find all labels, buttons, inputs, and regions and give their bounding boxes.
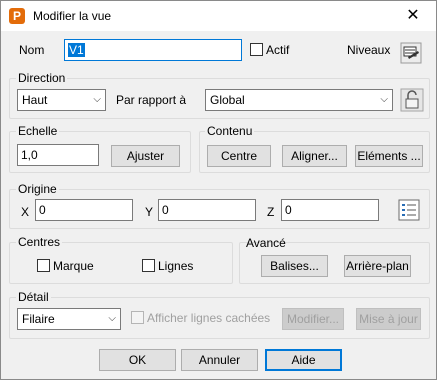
direction-select[interactable]: Haut ⌵ [17, 89, 106, 111]
name-input-value: V1 [68, 43, 85, 57]
title-bar: P Modifier la vue ✕ [1, 1, 436, 31]
echelle-title: Echelle [16, 124, 60, 138]
ok-button[interactable]: OK [99, 349, 176, 371]
x-input[interactable]: 0 [35, 199, 133, 221]
contenu-title: Contenu [205, 124, 255, 138]
centre-button[interactable]: Centre [207, 145, 271, 167]
detail-select[interactable]: Filaire ⌵ [17, 308, 121, 330]
help-button[interactable]: Aide [265, 349, 342, 371]
origine-title: Origine [16, 182, 59, 196]
marque-label: Marque [53, 259, 94, 273]
app-icon: P [9, 8, 25, 24]
z-label: Z [267, 205, 275, 219]
echelle-input[interactable]: 1,0 [17, 144, 99, 166]
close-icon[interactable]: ✕ [390, 1, 436, 31]
y-label: Y [145, 205, 154, 219]
window-title: Modifier la vue [33, 9, 112, 23]
chevron-down-icon: ⌵ [380, 94, 388, 105]
lock-icon[interactable] [400, 88, 424, 112]
balises-button[interactable]: Balises... [261, 255, 328, 277]
niveaux-label: Niveaux [347, 43, 391, 57]
centres-title: Centres [16, 235, 63, 249]
y-input[interactable]: 0 [158, 199, 256, 221]
aligner-button[interactable]: Aligner... [282, 145, 347, 167]
dialog-window: P Modifier la vue ✕ Nom V1 Actif Niveaux… [0, 0, 437, 380]
z-input-value: 0 [285, 203, 292, 217]
chevron-down-icon: ⌵ [93, 94, 101, 105]
chevron-down-icon: ⌵ [108, 313, 116, 324]
relative-label: Par rapport à [116, 93, 187, 107]
avance-title: Avancé [246, 236, 286, 250]
ajuster-button[interactable]: Ajuster [111, 145, 180, 167]
elements-button[interactable]: Eléments ... [355, 145, 423, 167]
direction-select-value: Haut [22, 93, 48, 107]
y-input-value: 0 [162, 203, 169, 217]
direction-title: Direction [16, 71, 68, 85]
actif-label: Actif [266, 43, 290, 57]
hidden-lines-label: Afficher lignes cachées [147, 311, 271, 325]
name-label: Nom [19, 43, 45, 57]
z-input[interactable]: 0 [281, 199, 379, 221]
lignes-label: Lignes [158, 259, 194, 273]
x-label: X [21, 205, 30, 219]
echelle-input-value: 1,0 [21, 148, 38, 162]
arriere-plan-button[interactable]: Arrière-plan [344, 255, 411, 277]
x-input-value: 0 [39, 203, 46, 217]
cancel-button[interactable]: Annuler [181, 349, 258, 371]
marque-checkbox[interactable] [37, 259, 50, 272]
relative-select-value: Global [210, 93, 245, 107]
actif-checkbox[interactable] [250, 43, 263, 56]
name-input[interactable]: V1 [64, 39, 242, 61]
modifier-button[interactable]: Modifier... [282, 308, 344, 330]
coordinates-list-icon[interactable] [397, 198, 421, 222]
detail-title: Détail [16, 290, 51, 304]
layers-icon[interactable] [399, 41, 423, 65]
lignes-checkbox[interactable] [142, 259, 155, 272]
relative-select[interactable]: Global ⌵ [205, 89, 393, 111]
hidden-lines-checkbox[interactable] [131, 311, 144, 324]
detail-select-value: Filaire [22, 312, 55, 326]
mise-a-jour-button[interactable]: Mise à jour [356, 308, 421, 330]
